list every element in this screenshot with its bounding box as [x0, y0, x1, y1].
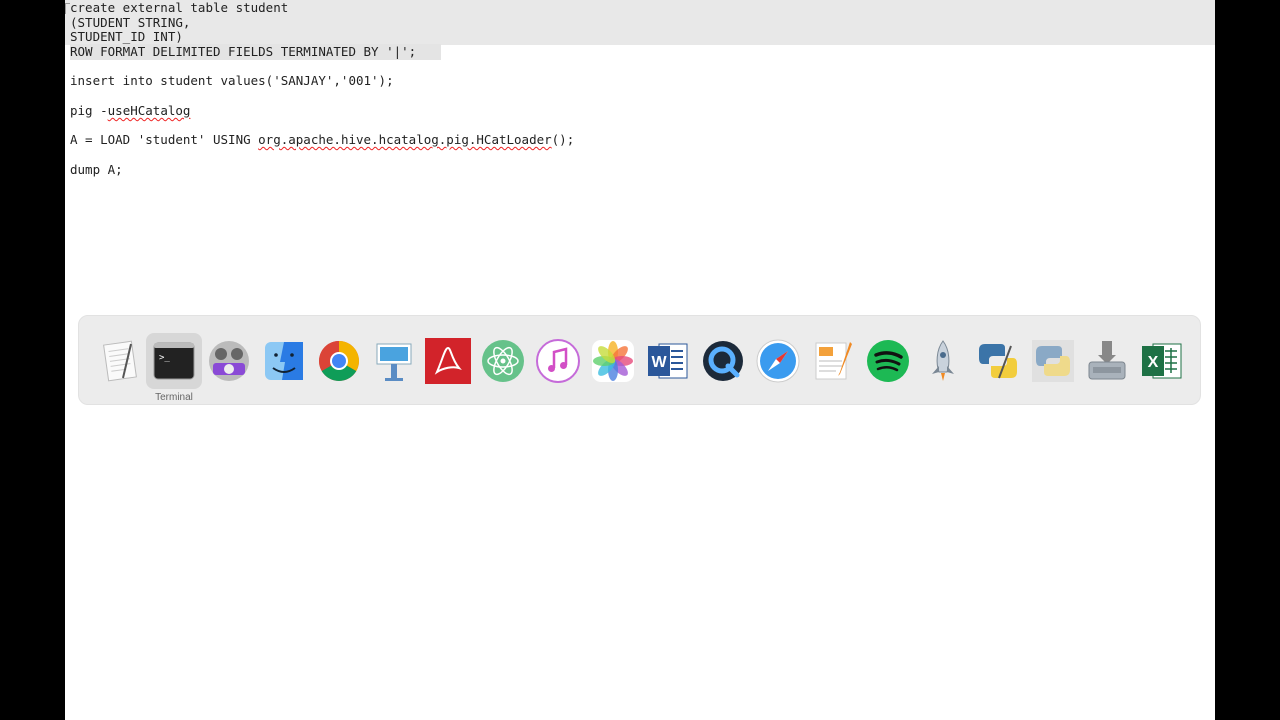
excel-icon[interactable]: X — [1139, 338, 1185, 384]
itunes-icon[interactable] — [535, 338, 581, 384]
pages-icon[interactable] — [810, 338, 856, 384]
code-line: dump A; — [70, 162, 123, 177]
keynote-icon[interactable] — [371, 338, 417, 384]
code-line: (STUDENT STRING, — [70, 15, 191, 30]
code-line: create external table student — [70, 0, 289, 15]
quicktime-icon[interactable] — [700, 338, 746, 384]
code-text: A = LOAD 'student' USING — [70, 132, 259, 147]
word-icon[interactable]: W — [645, 338, 691, 384]
installer-icon[interactable] — [1084, 338, 1130, 384]
misspelled-word: org.apache.hive.hcatalog.pig.HCatLoader — [258, 132, 552, 147]
python-launcher-icon[interactable] — [975, 338, 1021, 384]
safari-icon[interactable] — [755, 338, 801, 384]
code-line: STUDENT_ID INT) — [70, 29, 183, 44]
acrobat-icon[interactable] — [425, 338, 471, 384]
svg-text:X: X — [1148, 354, 1159, 371]
svg-text:W: W — [651, 354, 667, 371]
finder-icon[interactable] — [261, 338, 307, 384]
code-text: pig - — [70, 103, 108, 118]
svg-text:>_: >_ — [159, 353, 170, 363]
code-line: insert into student values('SANJAY','001… — [70, 73, 394, 88]
terminal-icon[interactable]: >_ — [151, 338, 197, 384]
code-line: ROW FORMAT DELIMITED FIELDS TERMINATED B… — [70, 44, 417, 59]
textedit-icon[interactable] — [97, 338, 143, 384]
atom-icon[interactable] — [480, 338, 526, 384]
rocket-icon[interactable] — [920, 338, 966, 384]
code-line: A = LOAD 'student' USING org.apache.hive… — [70, 132, 574, 147]
code-line: pig -useHCatalog — [70, 103, 190, 118]
photos-icon[interactable] — [590, 338, 636, 384]
chrome-icon[interactable] — [316, 338, 362, 384]
dock: >_ Terminal W X — [78, 315, 1201, 405]
dock-hover-label: Terminal — [155, 392, 193, 403]
python-icon[interactable] — [1030, 338, 1076, 384]
spotify-icon[interactable] — [865, 338, 911, 384]
photo-booth-icon[interactable] — [206, 338, 252, 384]
code-text: (); — [551, 132, 575, 147]
misspelled-word: useHCatalog — [107, 103, 191, 118]
